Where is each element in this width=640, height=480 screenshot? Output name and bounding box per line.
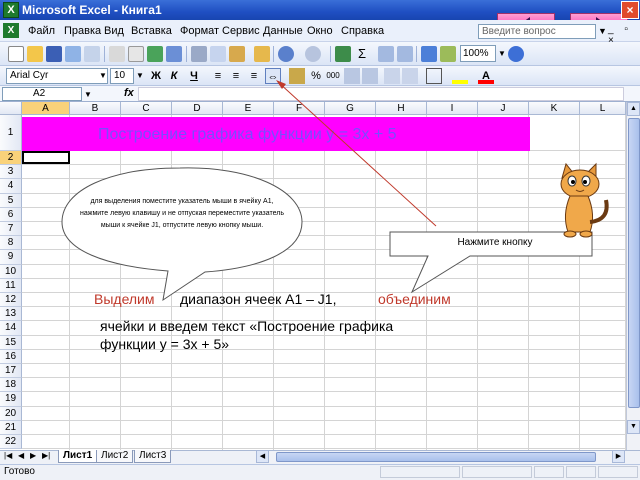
cat-mascot-icon <box>560 162 609 238</box>
instruction-merge: объединим <box>378 291 451 307</box>
instruction-select: Выделим <box>94 291 155 307</box>
pointer-arrow <box>277 81 437 227</box>
instruction-range: диапазон ячеек A1 – J1, <box>180 291 337 307</box>
bubble-instruction-text: для выделения поместите указатель мыши в… <box>80 198 284 229</box>
instruction-line-2: ячейки и введем текст «Построение график… <box>100 318 394 334</box>
instruction-line-3: функции y = 3x + 5» <box>100 336 230 352</box>
speech-bubble <box>61 167 303 302</box>
